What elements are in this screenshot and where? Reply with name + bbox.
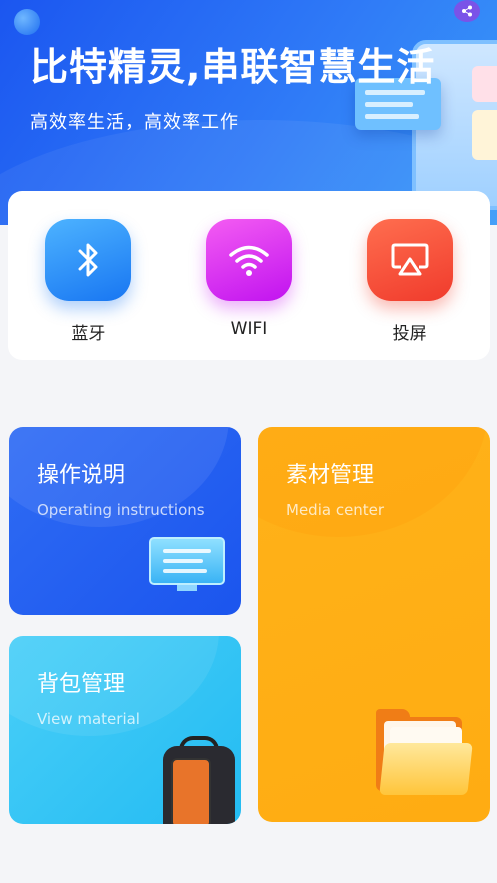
share-icon[interactable] [454, 0, 480, 22]
bluetooth-label: 蓝牙 [71, 324, 106, 344]
operating-subtitle: Operating instructions [37, 501, 205, 519]
wifi-button[interactable]: WIFI [189, 219, 309, 360]
hero-subtitle: 高效率生活，高效率工作 [30, 112, 239, 133]
quick-actions-panel: 蓝牙 WIFI 投屏 [8, 191, 490, 360]
backpack-management-card[interactable]: 背包管理 View material [9, 636, 241, 824]
bluetooth-button[interactable]: 蓝牙 [28, 219, 148, 360]
operating-title: 操作说明 [37, 463, 126, 488]
operating-instructions-card[interactable]: 操作说明 Operating instructions [9, 427, 241, 615]
screen-cast-button[interactable]: 投屏 [350, 219, 470, 360]
backpack-icon [159, 736, 239, 824]
hero-title: 比特精灵,串联智慧生活 [30, 45, 436, 89]
decorative-bubble [14, 9, 40, 35]
media-subtitle: Media center [286, 501, 385, 519]
monitor-icon [149, 537, 225, 591]
media-title: 素材管理 [286, 463, 375, 488]
media-center-card[interactable]: 素材管理 Media center [258, 427, 490, 822]
screen-cast-label: 投屏 [392, 324, 427, 344]
folder-icon [376, 709, 473, 799]
bluetooth-icon [45, 219, 132, 301]
screen-cast-icon [366, 219, 453, 301]
backpack-title: 背包管理 [37, 672, 126, 697]
backpack-subtitle: View material [37, 710, 140, 728]
wifi-label: WIFI [230, 319, 268, 339]
wifi-icon [205, 219, 292, 301]
